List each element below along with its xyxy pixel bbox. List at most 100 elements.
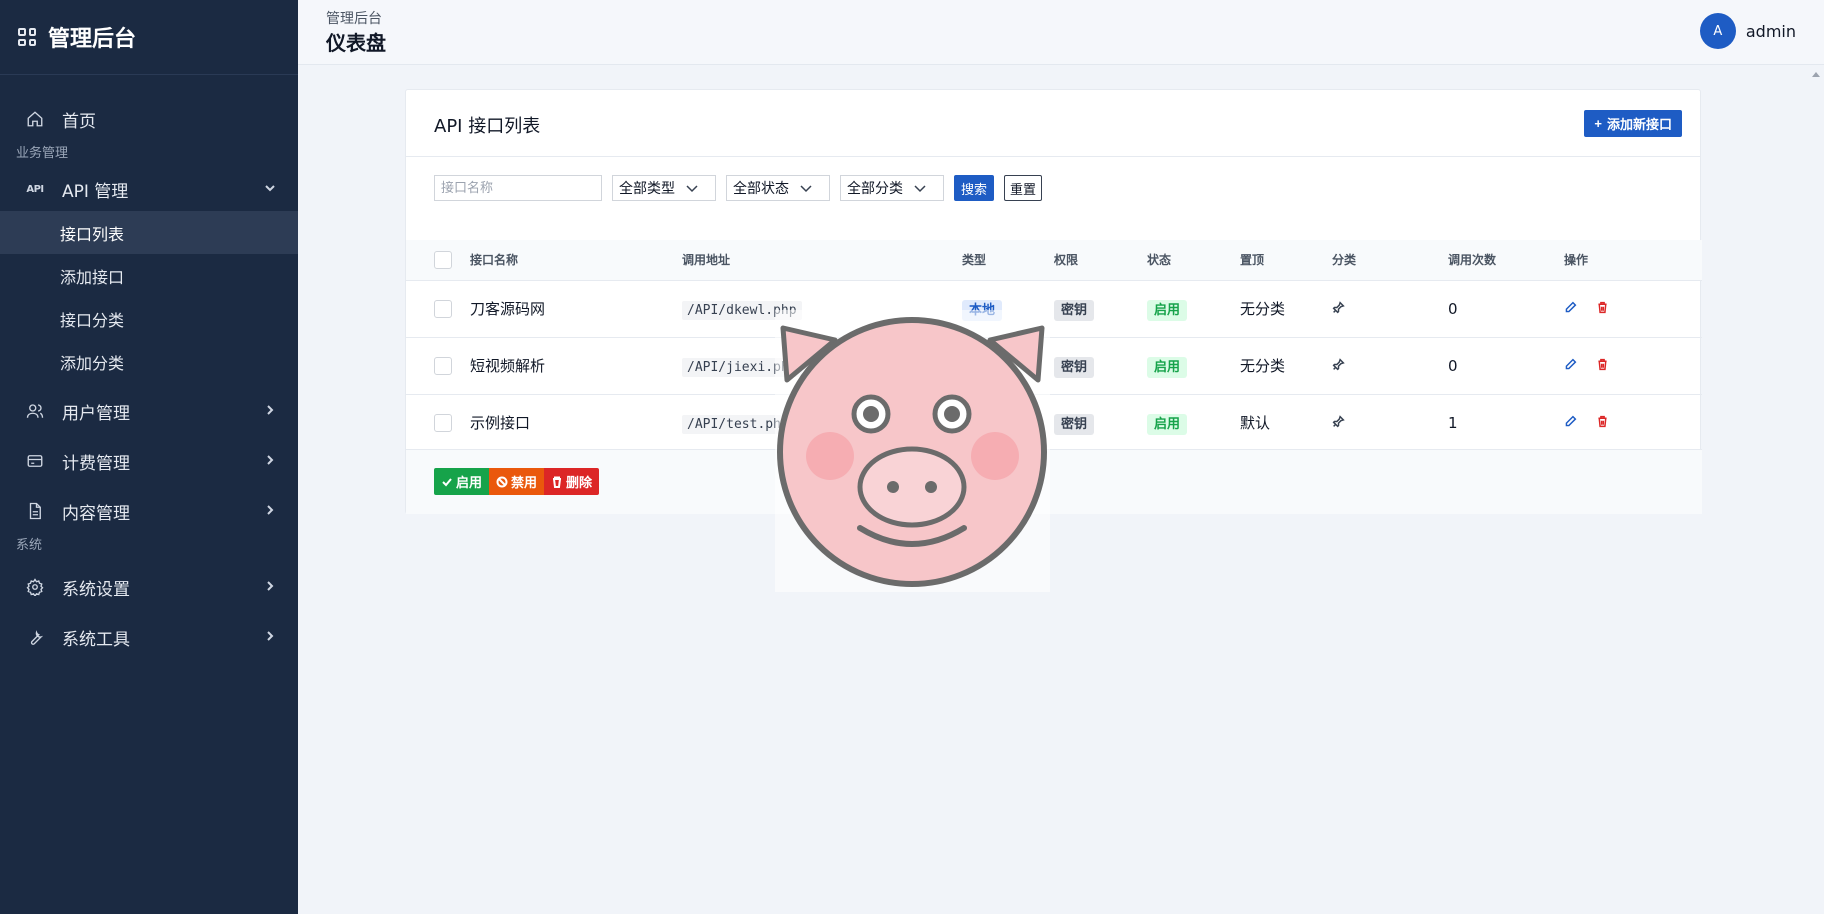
category-select-value: 全部分类: [847, 181, 903, 197]
pin-icon[interactable]: [1332, 414, 1345, 432]
user-menu[interactable]: A admin: [1699, 13, 1796, 49]
pig-mascot-image: [775, 310, 1050, 592]
table-row: 示例接口 /API/test.php 本地 密钥 启用 默认 1: [406, 394, 1702, 451]
status-badge: 启用: [1147, 414, 1188, 436]
sidebar-item-users[interactable]: 用户管理: [0, 389, 298, 433]
ban-icon: [496, 476, 508, 487]
add-api-label: 添加新接口: [1606, 117, 1672, 132]
sidebar-subitem-add-api[interactable]: 添加接口: [0, 254, 298, 297]
document-icon: [26, 502, 44, 520]
table-row: 刀客源码网 /API/dkewl.php 本地 密钥 启用 无分类 0: [406, 280, 1702, 337]
col-pinned: 置顶: [1240, 253, 1265, 268]
home-icon: [26, 110, 44, 128]
card-header: API 接口列表 + 添加新接口: [406, 90, 1700, 157]
sidebar-item-label: 用户管理: [62, 403, 130, 424]
pin-icon[interactable]: [1332, 357, 1345, 375]
trash-icon: [553, 476, 562, 488]
bulk-disable-button[interactable]: 禁用: [489, 468, 545, 495]
search-button[interactable]: 搜索: [954, 175, 995, 201]
sidebar-item-label: 首页: [62, 111, 96, 132]
type-select-value: 全部类型: [619, 181, 675, 197]
type-select[interactable]: 全部类型: [612, 175, 716, 201]
row-checkbox[interactable]: [434, 299, 452, 318]
chevron-right-icon: [264, 501, 276, 521]
sidebar-item-label: 系统设置: [62, 579, 130, 600]
bulk-button-group: 启用 禁用 删除: [434, 468, 600, 495]
bulk-delete-button[interactable]: 删除: [544, 468, 600, 495]
sidebar-subitem-api-list[interactable]: 接口列表: [0, 211, 298, 254]
category-select[interactable]: 全部分类: [840, 175, 944, 201]
plus-icon: +: [1594, 116, 1602, 131]
cell-calls: 0: [1448, 299, 1458, 318]
status-badge: 启用: [1147, 300, 1188, 321]
edit-icon[interactable]: [1564, 300, 1577, 318]
sidebar-item-content[interactable]: 内容管理: [0, 489, 298, 533]
sidebar-item-api[interactable]: API API 管理: [0, 167, 298, 211]
status-select-value: 全部状态: [733, 181, 789, 197]
trash-icon[interactable]: [1596, 300, 1609, 318]
sidebar-subitem-api-category[interactable]: 接口分类: [0, 297, 298, 340]
edit-icon[interactable]: [1564, 414, 1577, 432]
cell-name: 刀客源码网: [470, 300, 546, 318]
cell-category: 无分类: [1240, 357, 1286, 375]
section-label: 业务管理: [16, 146, 69, 161]
sidebar-item-home[interactable]: 首页: [0, 97, 298, 141]
chevron-right-icon: [264, 451, 276, 471]
sidebar-item-billing[interactable]: 计费管理: [0, 439, 298, 483]
sidebar-item-label: 系统工具: [62, 629, 130, 650]
api-list-card: API 接口列表 + 添加新接口 全部类型 全部状态 全部分类 搜索 重置 接口…: [405, 89, 1702, 514]
chevron-down-icon: [914, 185, 926, 193]
wrench-icon: [26, 628, 44, 646]
col-actions: 操作: [1564, 253, 1589, 268]
breadcrumb[interactable]: 管理后台: [326, 8, 382, 28]
api-icon: API: [26, 183, 44, 195]
sidebar-nav: 首页 业务管理 API API 管理 接口列表 添加接口 接口分类 添加分类 用…: [0, 75, 298, 659]
brand-title: 管理后台: [48, 27, 137, 52]
grid-icon: [18, 28, 36, 46]
bulk-disable-label: 禁用: [511, 476, 538, 491]
col-category: 分类: [1332, 253, 1357, 268]
chevron-down-icon: [800, 185, 812, 193]
col-type: 类型: [962, 253, 987, 268]
table-header-row: 接口名称 调用地址 类型 权限 状态 置顶 分类 调用次数 操作: [406, 240, 1702, 280]
username[interactable]: admin: [1746, 22, 1796, 41]
scroll-up-arrow[interactable]: [1812, 72, 1820, 77]
chevron-down-icon: [264, 179, 276, 199]
select-all-checkbox[interactable]: [434, 250, 452, 269]
pin-icon[interactable]: [1332, 300, 1345, 318]
row-checkbox[interactable]: [434, 414, 452, 432]
card-title: API 接口列表: [434, 116, 541, 137]
sidebar-item-tools[interactable]: 系统工具: [0, 615, 298, 659]
sidebar-item-settings[interactable]: 系统设置: [0, 565, 298, 609]
avatar[interactable]: A: [1699, 13, 1736, 49]
sidebar-item-label: 计费管理: [62, 453, 130, 474]
bulk-enable-button[interactable]: 启用: [434, 468, 490, 495]
chevron-down-icon: [686, 185, 698, 193]
permission-badge: 密钥: [1054, 300, 1095, 321]
chevron-right-icon: [264, 577, 276, 597]
chevron-right-icon: [264, 627, 276, 647]
trash-icon[interactable]: [1596, 357, 1609, 375]
sidebar-item-label: 内容管理: [62, 503, 130, 524]
col-url: 调用地址: [682, 253, 731, 268]
col-calls: 调用次数: [1448, 253, 1497, 268]
reset-button[interactable]: 重置: [1004, 175, 1043, 201]
row-checkbox[interactable]: [434, 356, 452, 375]
bulk-delete-label: 删除: [566, 476, 593, 491]
page-title: 仪表盘: [326, 31, 386, 55]
add-api-button[interactable]: + 添加新接口: [1584, 110, 1682, 137]
sidebar: 管理后台 首页 业务管理 API API 管理 接口列表 添加接口 接口分类 添…: [0, 0, 298, 914]
status-select[interactable]: 全部状态: [726, 175, 830, 201]
cell-category: 无分类: [1240, 300, 1286, 318]
cell-calls: 0: [1448, 356, 1458, 375]
col-permission: 权限: [1054, 253, 1079, 268]
api-name-input[interactable]: [434, 175, 602, 201]
users-icon: [26, 402, 44, 420]
permission-badge: 密钥: [1054, 414, 1095, 436]
trash-icon[interactable]: [1596, 414, 1609, 432]
edit-icon[interactable]: [1564, 357, 1577, 375]
cell-name: 短视频解析: [470, 357, 546, 375]
brand[interactable]: 管理后台: [0, 0, 298, 75]
table-row: 短视频解析 /API/jiexi.php 本地 密钥 启用 无分类 0: [406, 337, 1702, 394]
sidebar-subitem-add-category[interactable]: 添加分类: [0, 340, 298, 383]
